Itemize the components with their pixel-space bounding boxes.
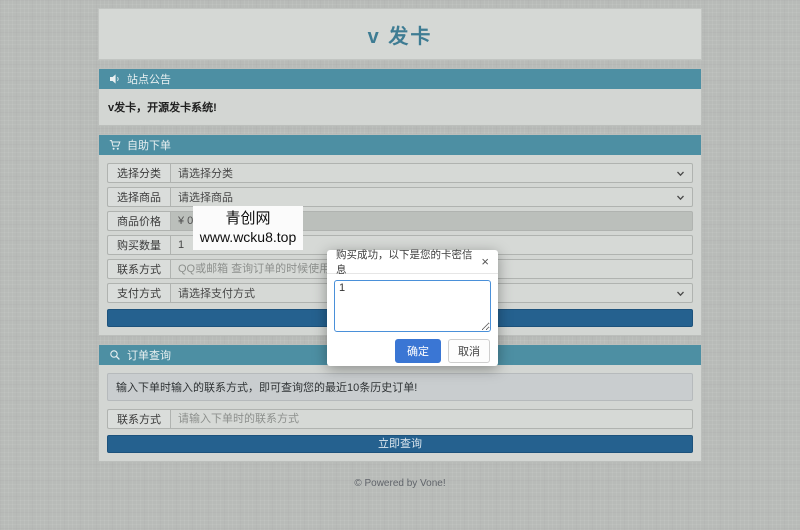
contact-label: 联系方式	[107, 259, 170, 279]
modal-title: 购买成功，以下是您的卡密信息	[336, 247, 481, 277]
site-header: v 发卡	[98, 8, 702, 60]
query-submit-button[interactable]: 立即查询	[107, 435, 693, 453]
modal-body: 1	[327, 274, 498, 332]
confirm-button[interactable]: 确定	[395, 339, 441, 363]
page-title: v 发卡	[368, 20, 433, 49]
cart-icon	[109, 139, 121, 151]
watermark-line2: www.wcku8.top	[200, 229, 296, 247]
announcement-title: 站点公告	[127, 71, 171, 87]
payment-label: 支付方式	[107, 283, 170, 303]
price-label: 商品价格	[107, 211, 170, 231]
category-selected-value: 请选择分类	[178, 165, 233, 181]
footer-credit: © Powered by Vone!	[98, 478, 702, 489]
order-form-header: 自助下单	[99, 135, 701, 155]
order-form-title: 自助下单	[127, 137, 171, 153]
watermark: 青创网 www.wcku8.top	[193, 206, 303, 250]
announcement-panel: 站点公告 v发卡，开源发卡系统!	[98, 68, 702, 126]
card-info-textarea[interactable]: 1	[334, 280, 491, 332]
chevron-down-icon	[676, 193, 685, 202]
close-icon[interactable]: ×	[481, 255, 489, 268]
cancel-button[interactable]: 取消	[448, 339, 490, 363]
search-icon	[109, 349, 121, 361]
quantity-label: 购买数量	[107, 235, 170, 255]
modal-footer: 确定 取消	[327, 332, 498, 363]
modal-header: 购买成功，以下是您的卡密信息 ×	[327, 250, 498, 274]
category-label: 选择分类	[107, 163, 170, 183]
watermark-line1: 青创网	[225, 210, 270, 229]
order-query-title: 订单查询	[127, 347, 171, 363]
chevron-down-icon	[676, 169, 685, 178]
product-select[interactable]: 请选择商品	[170, 187, 693, 207]
chevron-down-icon	[676, 289, 685, 298]
announcement-text: v发卡，开源发卡系统!	[107, 97, 693, 117]
speaker-icon	[109, 73, 121, 85]
query-notice: 输入下单时输入的联系方式，即可查询您的最近10条历史订单!	[107, 373, 693, 401]
category-select[interactable]: 请选择分类	[170, 163, 693, 183]
query-contact-input[interactable]	[170, 409, 693, 429]
purchase-success-modal: 购买成功，以下是您的卡密信息 × 1 确定 取消	[327, 250, 498, 366]
product-label: 选择商品	[107, 187, 170, 207]
payment-selected-value: 请选择支付方式	[178, 285, 255, 301]
product-selected-value: 请选择商品	[178, 189, 233, 205]
announcement-header: 站点公告	[99, 69, 701, 89]
query-contact-label: 联系方式	[107, 409, 170, 429]
